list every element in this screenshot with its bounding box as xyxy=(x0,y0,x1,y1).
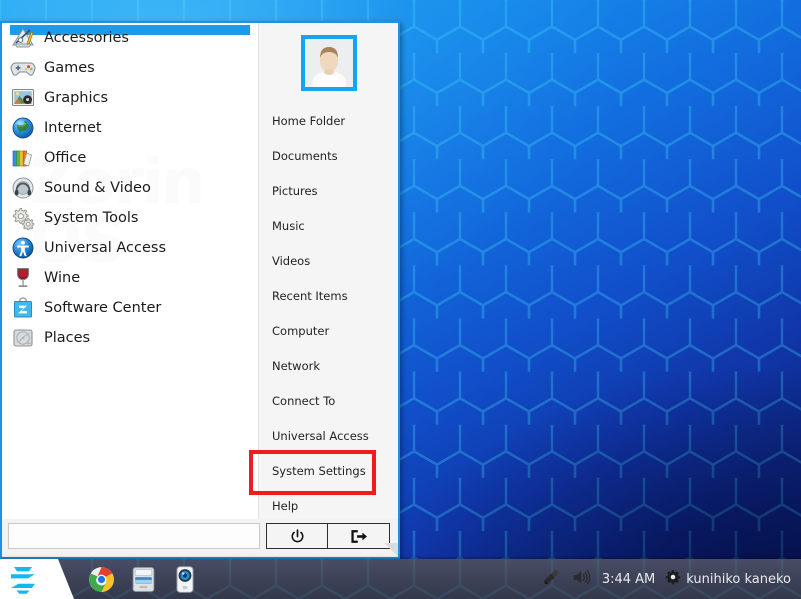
chrome-icon xyxy=(88,566,114,592)
menu-category-label: Wine xyxy=(44,270,81,286)
menu-category-label: System Tools xyxy=(44,210,139,226)
taskbar: 3:44 AM kunihiko kaneko xyxy=(0,559,801,599)
menu-category-wine[interactable]: Wine xyxy=(2,263,258,293)
menu-category-label: Graphics xyxy=(44,90,109,106)
places-item-label: Videos xyxy=(272,253,311,268)
places-item-help[interactable]: Help xyxy=(259,488,398,523)
places-item-pictures[interactable]: Pictures xyxy=(259,173,398,208)
gear-icon xyxy=(665,569,681,589)
menu-category-label: Office xyxy=(44,150,87,166)
avatar-container[interactable] xyxy=(259,35,398,91)
menu-category-label: Software Center xyxy=(44,300,162,316)
camera-icon xyxy=(176,565,194,593)
places-item-label: Computer xyxy=(272,323,330,338)
places-item-videos[interactable]: Videos xyxy=(259,243,398,278)
system-tray: 3:44 AM kunihiko kaneko xyxy=(542,568,801,591)
search-input[interactable] xyxy=(8,523,260,549)
application-menu-window: Zorin OS Accessories Games Graphics Inte… xyxy=(0,21,400,559)
taskbar-clock[interactable]: 3:44 AM xyxy=(602,572,655,587)
menu-category-internet[interactable]: Internet xyxy=(2,113,258,143)
user-menu[interactable]: kunihiko kaneko xyxy=(665,569,791,589)
zorin-logo-icon xyxy=(11,567,35,594)
software-center-icon xyxy=(10,295,36,321)
places-item-documents[interactable]: Documents xyxy=(259,138,398,173)
menu-category-list[interactable]: Zorin OS Accessories Games Graphics Inte… xyxy=(2,23,259,519)
menu-category-label: Internet xyxy=(44,120,102,136)
menu-category-graphics[interactable]: Graphics xyxy=(2,83,258,113)
shutdown-button[interactable] xyxy=(266,523,328,549)
menu-category-places[interactable]: Places xyxy=(2,323,258,353)
places-item-label: Recent Items xyxy=(272,288,348,303)
power-icon xyxy=(291,528,303,542)
places-item-label: System Settings xyxy=(272,463,366,478)
places-item-label: Music xyxy=(272,218,305,233)
places-item-label: Help xyxy=(272,498,299,513)
places-item-label: Connect To xyxy=(272,393,336,408)
launcher-chrome[interactable] xyxy=(80,560,122,598)
places-item-connect-to[interactable]: Connect To xyxy=(259,383,398,418)
menu-category-label: Accessories xyxy=(44,30,129,46)
user-name: kunihiko kaneko xyxy=(686,571,791,587)
graphics-icon xyxy=(10,85,36,111)
globe-icon xyxy=(10,115,36,141)
places-item-computer[interactable]: Computer xyxy=(259,313,398,348)
places-item-universal-access[interactable]: Universal Access xyxy=(259,418,398,453)
gears-icon xyxy=(10,205,36,231)
launcher-camera[interactable] xyxy=(164,560,206,598)
office-books-icon xyxy=(10,145,36,171)
menu-category-universal-access[interactable]: Universal Access xyxy=(2,233,258,263)
avatar[interactable] xyxy=(300,35,357,91)
hard-drive-icon xyxy=(10,325,36,351)
menu-category-games[interactable]: Games xyxy=(2,53,258,83)
menu-places-panel[interactable]: Home Folder Documents Pictures Music Vid… xyxy=(249,23,398,519)
microphone-icon[interactable] xyxy=(542,568,561,591)
places-item-system-settings[interactable]: System Settings xyxy=(259,453,398,488)
headphones-icon xyxy=(10,175,36,201)
window-resize-grip[interactable] xyxy=(384,543,398,557)
places-item-label: Network xyxy=(272,358,321,373)
file-manager-icon xyxy=(132,566,154,592)
places-item-label: Pictures xyxy=(272,183,318,198)
menu-category-label: Universal Access xyxy=(44,240,167,256)
places-item-network[interactable]: Network xyxy=(259,348,398,383)
menu-category-label: Places xyxy=(44,330,91,346)
accessibility-icon xyxy=(10,235,36,261)
menu-category-label: Sound & Video xyxy=(44,180,151,196)
menu-body: Zorin OS Accessories Games Graphics Inte… xyxy=(2,23,398,519)
places-item-recent-items[interactable]: Recent Items xyxy=(259,278,398,313)
start-menu-button[interactable] xyxy=(0,559,74,599)
places-item-music[interactable]: Music xyxy=(259,208,398,243)
volume-icon[interactable] xyxy=(571,568,592,591)
places-item-label: Universal Access xyxy=(272,428,369,443)
accessories-icon xyxy=(10,25,36,51)
menu-category-sound-video[interactable]: Sound & Video xyxy=(2,173,258,203)
menu-category-label: Games xyxy=(44,60,95,76)
wine-glass-icon xyxy=(10,265,36,291)
menu-category-accessories[interactable]: Accessories xyxy=(2,23,258,53)
logout-button[interactable] xyxy=(328,523,390,549)
taskbar-launchers xyxy=(80,560,206,598)
gamepad-icon xyxy=(10,55,36,81)
places-item-label: Documents xyxy=(272,148,338,163)
menu-category-system-tools[interactable]: System Tools xyxy=(2,203,258,233)
menu-category-software-center[interactable]: Software Center xyxy=(2,293,258,323)
logout-icon xyxy=(351,529,367,543)
launcher-file-manager[interactable] xyxy=(122,560,164,598)
menu-footer xyxy=(2,519,398,557)
places-item-home-folder[interactable]: Home Folder xyxy=(259,103,398,138)
menu-category-office[interactable]: Office xyxy=(2,143,258,173)
desktop-screen: Zorin OS Accessories Games Graphics Inte… xyxy=(0,0,801,599)
places-item-label: Home Folder xyxy=(272,113,346,128)
menu-footer-buttons xyxy=(266,523,390,549)
